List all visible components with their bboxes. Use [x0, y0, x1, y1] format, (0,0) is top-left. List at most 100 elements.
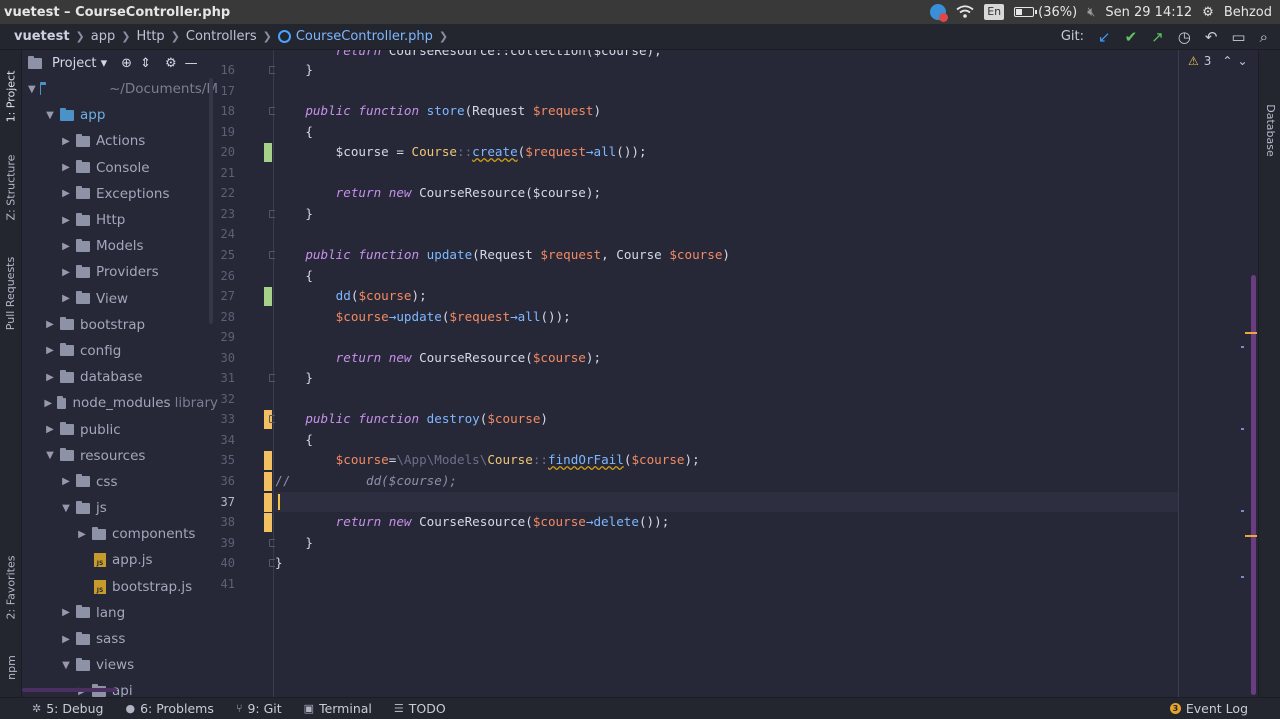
code-line[interactable]: $course = Course::create($request→all())…	[275, 142, 1178, 162]
tree-item[interactable]: ▶ bootstrap	[22, 312, 218, 338]
code-line[interactable]: // dd($course);	[275, 471, 1178, 491]
tree-item[interactable]: ▶ Models	[22, 233, 218, 259]
search-icon[interactable]: ⌕	[1260, 28, 1268, 46]
line-number[interactable]: 29	[205, 327, 235, 347]
battery-indicator[interactable]: (36%)	[1014, 5, 1077, 20]
code-line[interactable]	[275, 81, 1178, 101]
code-line[interactable]: $course→update($request→all());	[275, 307, 1178, 327]
line-number[interactable]: 18	[205, 101, 235, 121]
warning-stripe[interactable]	[1245, 535, 1257, 537]
tree-item[interactable]: ▶ lang	[22, 600, 218, 626]
line-number[interactable]: 20	[205, 142, 235, 162]
code-line[interactable]: }	[275, 204, 1178, 224]
vcs-modified-marker[interactable]	[264, 451, 272, 471]
code-line[interactable]: }	[275, 553, 1178, 573]
tree-item[interactable]: ▼ js	[22, 495, 218, 521]
line-number[interactable]: 27	[205, 286, 235, 306]
tree-item[interactable]: ▶ sass	[22, 626, 218, 652]
code-line[interactable]: public function destroy($course)	[275, 409, 1178, 429]
tree-item[interactable]: ▶ css	[22, 469, 218, 495]
expand-arrow-right-icon[interactable]: ▶	[44, 372, 56, 383]
line-number[interactable]: 22	[205, 183, 235, 203]
line-number[interactable]: 17	[205, 81, 235, 101]
line-number[interactable]: 36	[205, 471, 235, 491]
vcs-added-marker[interactable]	[264, 287, 272, 307]
expand-arrow-down-icon[interactable]: ▼	[28, 84, 36, 95]
tree-item[interactable]: ▶ Providers	[22, 259, 218, 285]
tree-item[interactable]: ▶ database	[22, 364, 218, 390]
expand-arrow-right-icon[interactable]: ▶	[76, 529, 88, 540]
wifi-icon[interactable]	[956, 5, 974, 19]
expand-arrow-down-icon[interactable]: ▼	[60, 503, 72, 514]
line-number[interactable]: 26	[205, 266, 235, 286]
code-line[interactable]: {	[275, 266, 1178, 286]
code-line[interactable]: {	[275, 122, 1178, 142]
tree-item[interactable]: ▼vuetest~/Documents/M	[22, 76, 218, 102]
tree-item[interactable]: JS bootstrap.js	[22, 574, 218, 600]
tree-item[interactable]: ▶ config	[22, 338, 218, 364]
expand-arrow-right-icon[interactable]: ▶	[60, 607, 72, 618]
line-number[interactable]: 28	[205, 307, 235, 327]
line-number[interactable]: 41	[205, 574, 235, 594]
tree-item[interactable]: JS app.js	[22, 547, 218, 573]
code-line[interactable]	[275, 327, 1178, 347]
line-number[interactable]: 38	[205, 512, 235, 532]
hide-panel-icon[interactable]: —	[185, 56, 198, 71]
code-line[interactable]	[275, 491, 1178, 512]
tab-database[interactable]: Database	[1259, 80, 1280, 180]
vcs-modified-marker[interactable]	[264, 472, 272, 491]
tree-item[interactable]: ▼ app	[22, 102, 218, 128]
git-push-icon[interactable]: ↗	[1151, 28, 1164, 46]
chevron-down-icon[interactable]: ⌄	[1237, 54, 1247, 68]
expand-arrow-right-icon[interactable]: ▶	[44, 319, 56, 330]
vcs-added-marker[interactable]	[264, 143, 272, 163]
code-line[interactable]: dd($course);	[275, 286, 1178, 306]
expand-arrow-right-icon[interactable]: ▶	[60, 634, 72, 645]
code-line[interactable]: }	[275, 533, 1178, 553]
code-line[interactable]: public function store(Request $request)	[275, 101, 1178, 121]
code-editor[interactable]: return CourseResource::collection($cours…	[275, 50, 1178, 697]
breadcrumb-http[interactable]: Http	[136, 29, 164, 44]
expand-arrow-right-icon[interactable]: ▶	[60, 215, 72, 226]
change-stripe[interactable]	[1241, 510, 1244, 512]
expand-arrow-right-icon[interactable]: ▶	[60, 136, 72, 147]
expand-arrow-right-icon[interactable]: ▶	[44, 345, 56, 356]
line-number[interactable]: 40	[205, 553, 235, 573]
code-line[interactable]: return new CourseResource($course→delete…	[275, 512, 1178, 532]
expand-arrow-right-icon[interactable]: ▶	[60, 162, 72, 173]
expand-arrow-right-icon[interactable]: ▶	[60, 293, 72, 304]
code-line[interactable]: return new CourseResource($course);	[275, 183, 1178, 203]
breadcrumb-project[interactable]: vuetest	[14, 29, 70, 44]
line-number[interactable]: 37	[205, 492, 235, 512]
breadcrumb-app[interactable]: app	[91, 29, 115, 44]
code-line[interactable]	[275, 389, 1178, 409]
line-number[interactable]: 34	[205, 430, 235, 450]
tab-favorites[interactable]: 2: Favorites	[0, 542, 22, 632]
tab-pull-requests[interactable]: Pull Requests	[0, 246, 22, 341]
line-number[interactable]: 25	[205, 245, 235, 265]
tree-item[interactable]: ▼ views	[22, 652, 218, 678]
tree-item[interactable]: ▶ Actions	[22, 128, 218, 154]
username[interactable]: Behzod	[1224, 5, 1272, 20]
warning-stripe[interactable]	[1245, 332, 1257, 334]
editor-scrollbar[interactable]	[1251, 275, 1256, 695]
tree-item[interactable]: ▶ Http	[22, 207, 218, 233]
vcs-modified-marker[interactable]	[264, 513, 272, 533]
tree-item[interactable]: ▶ View	[22, 286, 218, 312]
code-line[interactable]	[275, 163, 1178, 183]
line-number[interactable]: 35	[205, 450, 235, 470]
tool-git[interactable]: ⑂ 9: Git	[236, 701, 282, 716]
code-line[interactable]	[275, 574, 1178, 594]
breadcrumb-controllers[interactable]: Controllers	[186, 29, 257, 44]
line-number[interactable]: 30	[205, 348, 235, 368]
history-clock-icon[interactable]: ◷	[1178, 28, 1191, 46]
collapse-all-icon[interactable]: ⇕	[140, 56, 151, 71]
tree-item[interactable]: ▶ Console	[22, 155, 218, 181]
line-number[interactable]: 33	[205, 409, 235, 429]
code-line[interactable]: return new CourseResource($course);	[275, 348, 1178, 368]
tab-npm[interactable]: npm	[0, 645, 22, 690]
tree-item[interactable]: ▶ node_modules library	[22, 390, 218, 416]
tool-todo[interactable]: ☰ TODO	[394, 701, 446, 716]
git-commit-icon[interactable]: ✔	[1125, 28, 1138, 46]
expand-arrow-right-icon[interactable]: ▶	[60, 267, 72, 278]
